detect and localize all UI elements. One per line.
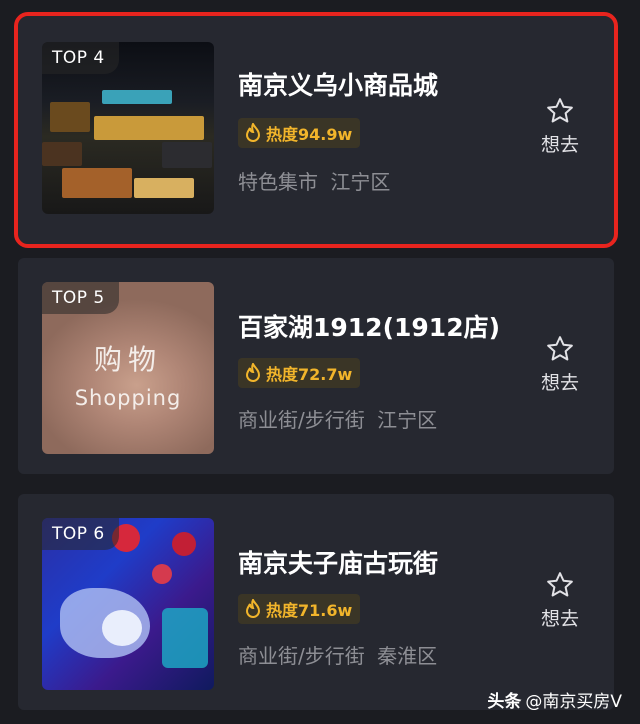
place-category: 商业街/步行街 — [238, 644, 365, 668]
watermark: 头条 @南京买房V — [487, 687, 622, 712]
rank-badge: TOP 5 — [42, 282, 119, 314]
place-meta: 商业街/步行街 秦淮区 — [238, 640, 437, 669]
place-district: 秦淮区 — [377, 644, 438, 668]
place-meta: 特色集市 江宁区 — [238, 166, 390, 195]
ranking-card[interactable]: TOP 4 南京义乌小商品城 热度94.9w 特色集市 江宁区 想去 — [14, 12, 618, 248]
heat-value: 热度94.9w — [266, 125, 353, 144]
star-icon — [547, 98, 573, 123]
thumb-text-en: Shopping — [74, 386, 182, 410]
flame-icon — [245, 123, 261, 142]
watermark-brand: 头条 — [487, 692, 522, 712]
place-title[interactable]: 南京义乌小商品城 — [238, 66, 438, 102]
ranking-card[interactable]: 购物 Shopping TOP 5 百家湖1912(1912店) 热度72.7w… — [18, 258, 614, 474]
card-thumbnail: TOP 6 — [42, 518, 214, 690]
place-title[interactable]: 南京夫子庙古玩街 — [238, 544, 438, 580]
heat-badge: 热度94.9w — [238, 118, 361, 148]
card-thumbnail: 购物 Shopping TOP 5 — [42, 282, 214, 454]
want-to-go-label: 想去 — [540, 608, 579, 630]
want-to-go-button[interactable]: 想去 — [530, 96, 590, 157]
rank-badge: TOP 4 — [42, 42, 119, 74]
rank-badge: TOP 6 — [42, 518, 119, 550]
heat-value: 热度72.7w — [266, 365, 353, 384]
place-district: 江宁区 — [377, 408, 438, 432]
want-to-go-button[interactable]: 想去 — [530, 334, 590, 395]
place-title[interactable]: 百家湖1912(1912店) — [238, 308, 500, 344]
card-thumbnail: TOP 4 — [42, 42, 214, 214]
watermark-handle: @南京买房V — [525, 692, 622, 712]
flame-icon — [245, 599, 261, 618]
flame-icon — [245, 363, 261, 382]
want-to-go-label: 想去 — [540, 372, 579, 394]
thumb-text-cn: 购物 — [93, 343, 162, 376]
heat-badge: 热度71.6w — [238, 594, 361, 624]
want-to-go-label: 想去 — [540, 134, 579, 156]
place-category: 特色集市 — [238, 170, 318, 194]
star-icon — [547, 336, 573, 361]
place-district: 江宁区 — [330, 170, 391, 194]
heat-value: 热度71.6w — [266, 601, 353, 620]
place-meta: 商业街/步行街 江宁区 — [238, 404, 437, 433]
ranking-card[interactable]: TOP 6 南京夫子庙古玩街 热度71.6w 商业街/步行街 秦淮区 想去 — [18, 494, 614, 710]
star-icon — [547, 572, 573, 597]
want-to-go-button[interactable]: 想去 — [530, 570, 590, 631]
heat-badge: 热度72.7w — [238, 358, 361, 388]
place-category: 商业街/步行街 — [238, 408, 365, 432]
